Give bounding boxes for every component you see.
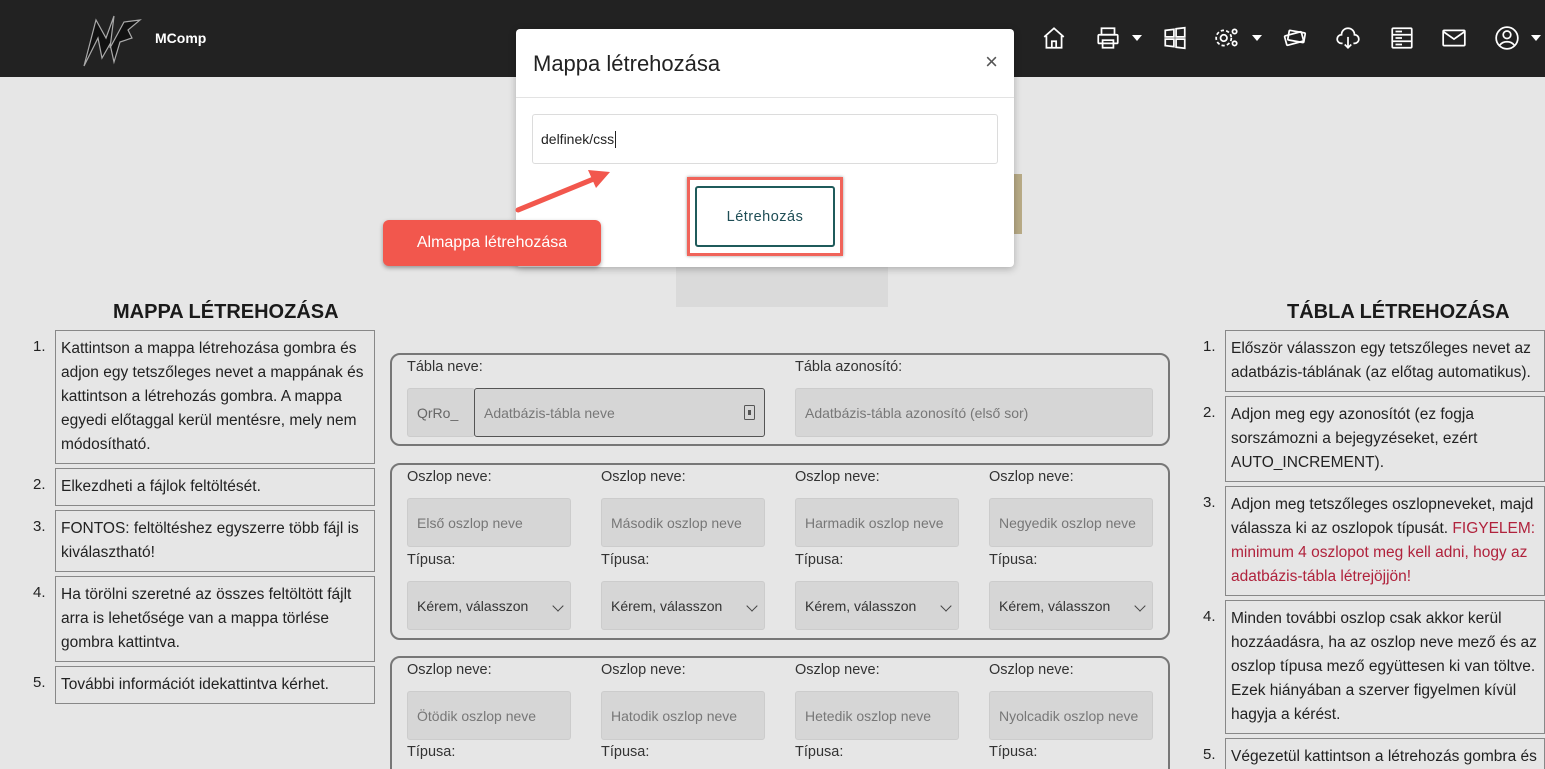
background-button-shadow [676, 267, 888, 307]
server-icon[interactable] [1388, 24, 1416, 52]
left-step-text: Kattintson a mappa létrehozása gombra és… [55, 330, 375, 464]
left-step: 5. További információt idekattintva kérh… [33, 666, 375, 704]
chevron-down-icon [552, 600, 564, 612]
left-section-title: MAPPA LÉTREHOZÁSA [113, 301, 339, 323]
table-prefix: QrRo_ [407, 388, 475, 437]
chevron-down-icon [940, 600, 952, 612]
left-step-text: Ha törölni szeretné az összes feltöltött… [55, 576, 375, 662]
annotation-callout: Almappa létrehozása [383, 220, 601, 266]
right-step-text: Először válasszon egy tetszőleges nevet … [1225, 330, 1545, 392]
mail-icon[interactable] [1440, 24, 1468, 52]
column-name-label: Oszlop neve: [989, 662, 1074, 678]
right-step: 4. Minden további oszlop csak akkor kerü… [1203, 600, 1545, 734]
modal-divider [516, 97, 1014, 98]
column-3-input[interactable]: Harmadik oszlop neve [795, 498, 959, 547]
column-1-type-select[interactable]: Kérem, válasszon [407, 581, 571, 630]
column-5-input[interactable]: Ötödik oszlop neve [407, 691, 571, 740]
column-1-input[interactable]: Első oszlop neve [407, 498, 571, 547]
ticket-icon[interactable] [1281, 24, 1309, 52]
info-link[interactable]: További információt idekattintva kérhet. [55, 666, 375, 704]
autofill-key-icon[interactable] [744, 405, 755, 420]
text-cursor [615, 130, 617, 148]
mcomp-logo[interactable] [80, 8, 150, 70]
brand-name[interactable]: MComp [155, 30, 206, 46]
settings-dropdown-caret[interactable] [1252, 35, 1262, 41]
column-type-label: Típusa: [601, 744, 650, 760]
right-steps-list: 1. Először válasszon egy tetszőleges nev… [1203, 330, 1545, 769]
close-icon[interactable]: × [985, 49, 998, 75]
right-step-text: Adjon meg egy azonosítót (ez fogja sorsz… [1225, 396, 1545, 482]
table-id-input[interactable]: Adatbázis-tábla azonosító (első sor) [795, 388, 1153, 437]
right-step: 2. Adjon meg egy azonosítót (ez fogja so… [1203, 396, 1545, 482]
left-step-warning: FONTOS: feltöltéshez egyszerre több fájl… [55, 510, 375, 572]
right-step: 3. Adjon meg tetszőleges oszlopneveket, … [1203, 486, 1545, 596]
column-type-label: Típusa: [989, 552, 1038, 568]
column-name-label: Oszlop neve: [407, 662, 492, 678]
right-step: 1. Először válasszon egy tetszőleges nev… [1203, 330, 1545, 392]
column-2-input[interactable]: Második oszlop neve [601, 498, 765, 547]
right-step-text: Végezetül kattintson a létrehozás gombra… [1225, 738, 1545, 769]
column-name-label: Oszlop neve: [601, 469, 686, 485]
cloud-download-icon[interactable] [1334, 24, 1362, 52]
background-button-edge [1014, 174, 1022, 234]
column-2-type-select[interactable]: Kérem, válasszon [601, 581, 765, 630]
left-step: 1. Kattintson a mappa létrehozása gombra… [33, 330, 375, 464]
left-step: 3. FONTOS: feltöltéshez egyszerre több f… [33, 510, 375, 572]
chevron-down-icon [1134, 600, 1146, 612]
column-4-input[interactable]: Negyedik oszlop neve [989, 498, 1153, 547]
home-icon[interactable] [1040, 24, 1068, 52]
column-type-label: Típusa: [795, 552, 844, 568]
user-dropdown-caret[interactable] [1531, 35, 1541, 41]
table-name-input[interactable]: Adatbázis-tábla neve [474, 388, 765, 437]
column-6-input[interactable]: Hatodik oszlop neve [601, 691, 765, 740]
column-type-label: Típusa: [601, 552, 650, 568]
left-step-text: Elkezdheti a fájlok feltöltését. [55, 468, 375, 506]
user-icon[interactable] [1493, 24, 1521, 52]
left-steps-list: 1. Kattintson a mappa létrehozása gombra… [33, 330, 375, 708]
column-7-input[interactable]: Hetedik oszlop neve [795, 691, 959, 740]
right-step-text: Adjon meg tetszőleges oszlopneveket, maj… [1225, 486, 1545, 596]
annotation-arrow-icon [515, 170, 610, 213]
column-name-label: Oszlop neve: [407, 469, 492, 485]
column-name-label: Oszlop neve: [795, 469, 880, 485]
column-3-type-select[interactable]: Kérem, válasszon [795, 581, 959, 630]
table-id-label: Tábla azonosító: [795, 359, 903, 375]
modal-title: Mappa létrehozása [533, 51, 721, 76]
column-4-type-select[interactable]: Kérem, válasszon [989, 581, 1153, 630]
folder-name-input[interactable]: delfinek/css [532, 114, 998, 164]
column-8-input[interactable]: Nyolcadik oszlop neve [989, 691, 1153, 740]
create-button[interactable]: Létrehozás [695, 186, 835, 247]
column-name-label: Oszlop neve: [601, 662, 686, 678]
printer-dropdown-caret[interactable] [1132, 35, 1142, 41]
left-step: 2. Elkezdheti a fájlok feltöltését. [33, 468, 375, 506]
right-step: 5. Végezetül kattintson a létrehozás gom… [1203, 738, 1545, 769]
printer-icon[interactable] [1094, 24, 1122, 52]
column-type-label: Típusa: [989, 744, 1038, 760]
column-type-label: Típusa: [407, 552, 456, 568]
chevron-down-icon [746, 600, 758, 612]
column-type-label: Típusa: [795, 744, 844, 760]
column-type-label: Típusa: [407, 744, 456, 760]
column-name-label: Oszlop neve: [795, 662, 880, 678]
right-step-text: Minden további oszlop csak akkor kerül h… [1225, 600, 1545, 734]
column-name-label: Oszlop neve: [989, 469, 1074, 485]
settings-icon[interactable] [1213, 24, 1241, 52]
right-section-title: TÁBLA LÉTREHOZÁSA [1287, 301, 1510, 323]
left-step: 4. Ha törölni szeretné az összes feltölt… [33, 576, 375, 662]
table-name-label: Tábla neve: [407, 359, 483, 375]
windows-icon[interactable] [1161, 24, 1189, 52]
